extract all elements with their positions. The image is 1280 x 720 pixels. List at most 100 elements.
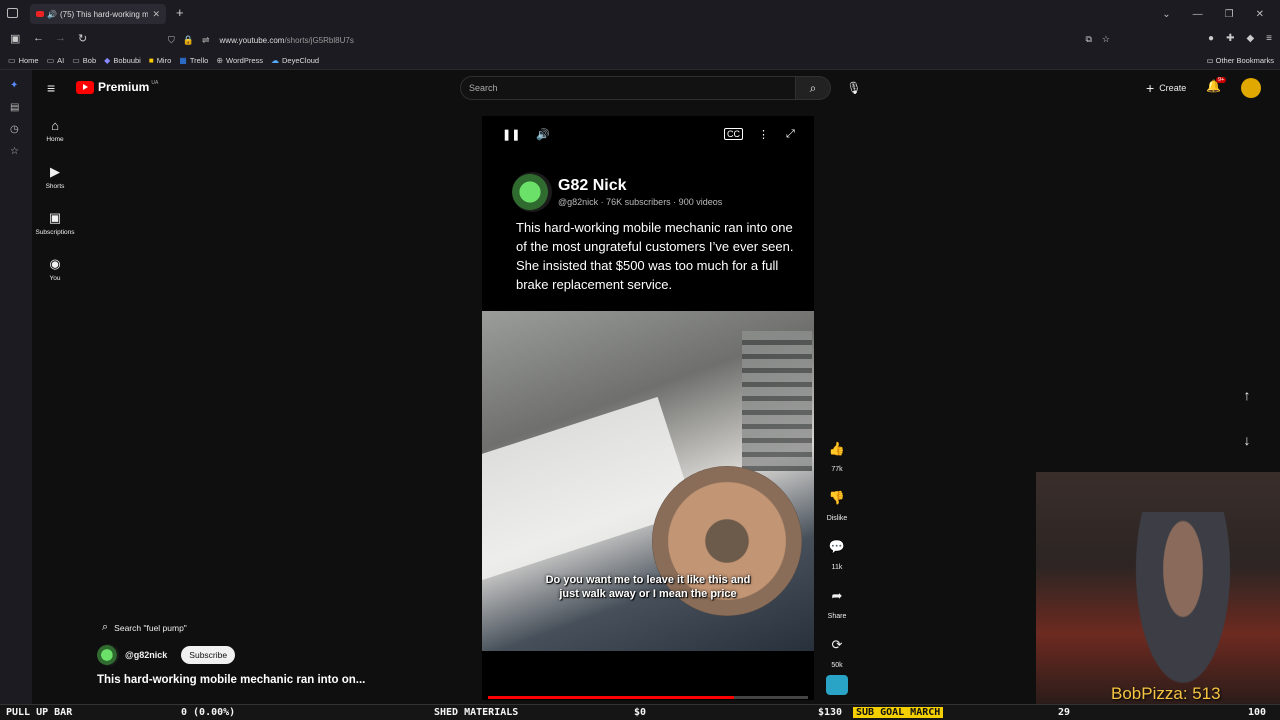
more-options-icon[interactable]: ⋮ (758, 128, 769, 141)
search-input[interactable]: Search (460, 76, 796, 100)
search-icon: ⌕ (809, 81, 817, 95)
channel-avatar[interactable] (512, 172, 552, 212)
video-progress-bar[interactable] (488, 696, 808, 699)
url-domain: www.youtube.com (219, 35, 285, 45)
tab-list-chevron-icon[interactable]: ⌄ (1162, 9, 1170, 20)
bookmark-item[interactable]: ▭ Bob (72, 56, 96, 65)
maximize-button[interactable]: ❐ (1225, 9, 1234, 20)
active-tab[interactable]: 🔊 (75) This hard-working mob ✕ (30, 4, 166, 24)
webcam-overlay (1036, 472, 1280, 704)
shorts-player[interactable]: ❚❚ 🔊 CC ⋮ ⤢ G82 Nick @g82nick · 76K subs… (482, 116, 814, 700)
short-info-panel: ⌕ Search "fuel pump" @g82nick Subscribe T… (97, 621, 365, 686)
bookmark-item[interactable]: ◆ Bobuubi (104, 56, 141, 65)
progress-fill (488, 696, 735, 699)
channel-avatar-small[interactable] (97, 644, 119, 666)
ticker-shed-value: $0 (634, 707, 647, 718)
lock-icon[interactable]: 🔒 (183, 35, 194, 46)
bookmark-item[interactable]: ▦ Trello (179, 56, 208, 65)
short-title[interactable]: This hard-working mobile mechanic ran in… (97, 674, 365, 686)
extensions-area: ● ✚ ◆ ≡ (1208, 33, 1272, 44)
channel-name[interactable]: G82 Nick (558, 177, 722, 195)
notifications-button[interactable]: 🔔 9+ (1206, 77, 1227, 93)
sidebar-toggle-icon[interactable]: ▣ (10, 32, 20, 45)
video-frame[interactable]: Do you want me to leave it like this and… (482, 311, 814, 651)
dislike-button[interactable]: 👎 Dislike (820, 485, 854, 522)
previous-short-button[interactable]: ↑ (1235, 383, 1259, 407)
tab-close-icon[interactable]: ✕ (152, 9, 160, 20)
create-button[interactable]: + Create (1138, 78, 1194, 98)
miro-icon: ■ (148, 56, 154, 65)
captions-icon[interactable]: CC (724, 128, 743, 140)
nav-item-home[interactable]: ⌂ Home (32, 118, 78, 143)
close-window-button[interactable]: ✕ (1256, 9, 1264, 20)
like-button[interactable]: 👍 77k (820, 436, 854, 473)
address-bar[interactable]: ⛉ 🔒 ⇌ www.youtube.com/shorts/jG5Rbl8U7s … (168, 31, 1110, 49)
guide-menu-button[interactable]: ≡ (47, 80, 55, 96)
account-avatar[interactable] (1241, 78, 1261, 98)
bookmark-item[interactable]: ■ Miro (149, 56, 171, 65)
nav-item-subscriptions[interactable]: ▣ Subscriptions (32, 210, 78, 236)
nav-item-shorts[interactable]: ▶ Shorts (32, 164, 78, 190)
forward-button[interactable]: → (55, 32, 66, 44)
comments-button[interactable]: 💬 11k (820, 534, 854, 571)
sidebar-notes-icon[interactable]: ▤ (10, 102, 19, 113)
volume-icon[interactable]: 🔊 (536, 128, 550, 141)
tab-title: (75) This hard-working mob (59, 9, 149, 19)
bookmark-star-icon[interactable]: ☆ (1102, 34, 1110, 45)
bookmark-item[interactable]: ☁ DeyeCloud (271, 56, 319, 65)
sidebar-bookmarks-icon[interactable]: ☆ (10, 146, 19, 157)
remix-icon: ⟳ (831, 637, 843, 652)
next-short-button[interactable]: ↓ (1235, 428, 1259, 452)
minimize-button[interactable]: — (1193, 9, 1203, 20)
remix-button[interactable]: ⟳ 50k (820, 632, 854, 669)
nav-item-you[interactable]: ◉ You (32, 256, 78, 282)
extension-color-icon[interactable]: ◆ (1246, 33, 1254, 44)
shield-icon[interactable]: ⛉ (168, 35, 175, 46)
share-icon: ➦ (831, 588, 843, 603)
permissions-icon[interactable]: ⇌ (202, 35, 210, 46)
sidebar-history-icon[interactable]: ◷ (10, 124, 19, 135)
streamer (1128, 512, 1238, 702)
bookmark-item[interactable]: ▭ Home (8, 56, 39, 65)
browser-toolbar: ▣ ← → ↻ ⛉ 🔒 ⇌ www.youtube.com/shorts/jG5… (0, 28, 1280, 52)
subscribe-button[interactable]: Subscribe (181, 646, 236, 664)
cloud-icon: ☁ (271, 56, 279, 65)
reader-view-icon[interactable]: ⧉ (1085, 34, 1091, 45)
webcam-label: BobPizza: 513 (1111, 684, 1221, 703)
bookmark-item[interactable]: ⊕ WordPress (216, 56, 263, 65)
browser-tab-strip: 🔊 (75) This hard-working mob ✕ + ⌄ — ❐ ✕ (0, 0, 1280, 28)
sidebar-ai-icon[interactable]: ✦ (10, 80, 18, 91)
related-search-chip[interactable]: ⌕ Search "fuel pump" (102, 621, 365, 634)
ticker-sub-goal: SUB GOAL MARCH (853, 707, 944, 718)
voice-search-button[interactable]: 🎙 (842, 77, 866, 99)
extensions-icon[interactable]: ✚ (1226, 33, 1234, 44)
sound-thumbnail[interactable] (826, 675, 848, 695)
search-button[interactable]: ⌕ (795, 76, 831, 100)
bookmark-favicon-icon: ◆ (104, 56, 111, 65)
bookmark-item[interactable]: ▭ AI (47, 56, 65, 65)
folder-icon: ▭ (72, 56, 80, 65)
story-text: This hard-working mobile mechanic ran in… (516, 220, 794, 292)
pause-icon[interactable]: ❚❚ (502, 128, 520, 141)
speaker-icon: 🔊 (47, 9, 57, 19)
back-button[interactable]: ← (33, 32, 44, 44)
fullscreen-icon[interactable]: ⤢ (786, 128, 795, 141)
reload-button[interactable]: ↻ (78, 32, 87, 45)
microphone-icon: 🎙 (846, 81, 862, 95)
browser-sidebar: ✦ ▤ ◷ ☆ (0, 70, 32, 720)
player-controls: ❚❚ 🔊 CC ⋮ ⤢ (482, 124, 814, 148)
channel-handle[interactable]: @g82nick (125, 650, 167, 660)
new-tab-button[interactable]: + (176, 5, 184, 20)
extension-b-icon[interactable]: ● (1208, 33, 1214, 44)
menu-icon[interactable]: ≡ (1266, 33, 1272, 44)
youtube-favicon-icon (36, 11, 44, 17)
share-button[interactable]: ➦ Share (820, 583, 854, 620)
url-path: /shorts/jG5Rbl8U7s (284, 35, 354, 45)
plus-icon: + (1146, 80, 1155, 96)
window-controls: ⌄ — ❐ ✕ (1162, 0, 1280, 28)
youtube-logo[interactable]: Premium UA (76, 80, 158, 94)
folder-icon: ▭ (8, 56, 16, 65)
other-bookmarks[interactable]: ▭ Other Bookmarks (1206, 56, 1274, 65)
tab-overview-icon[interactable] (7, 8, 18, 18)
youtube-play-icon (76, 80, 94, 94)
